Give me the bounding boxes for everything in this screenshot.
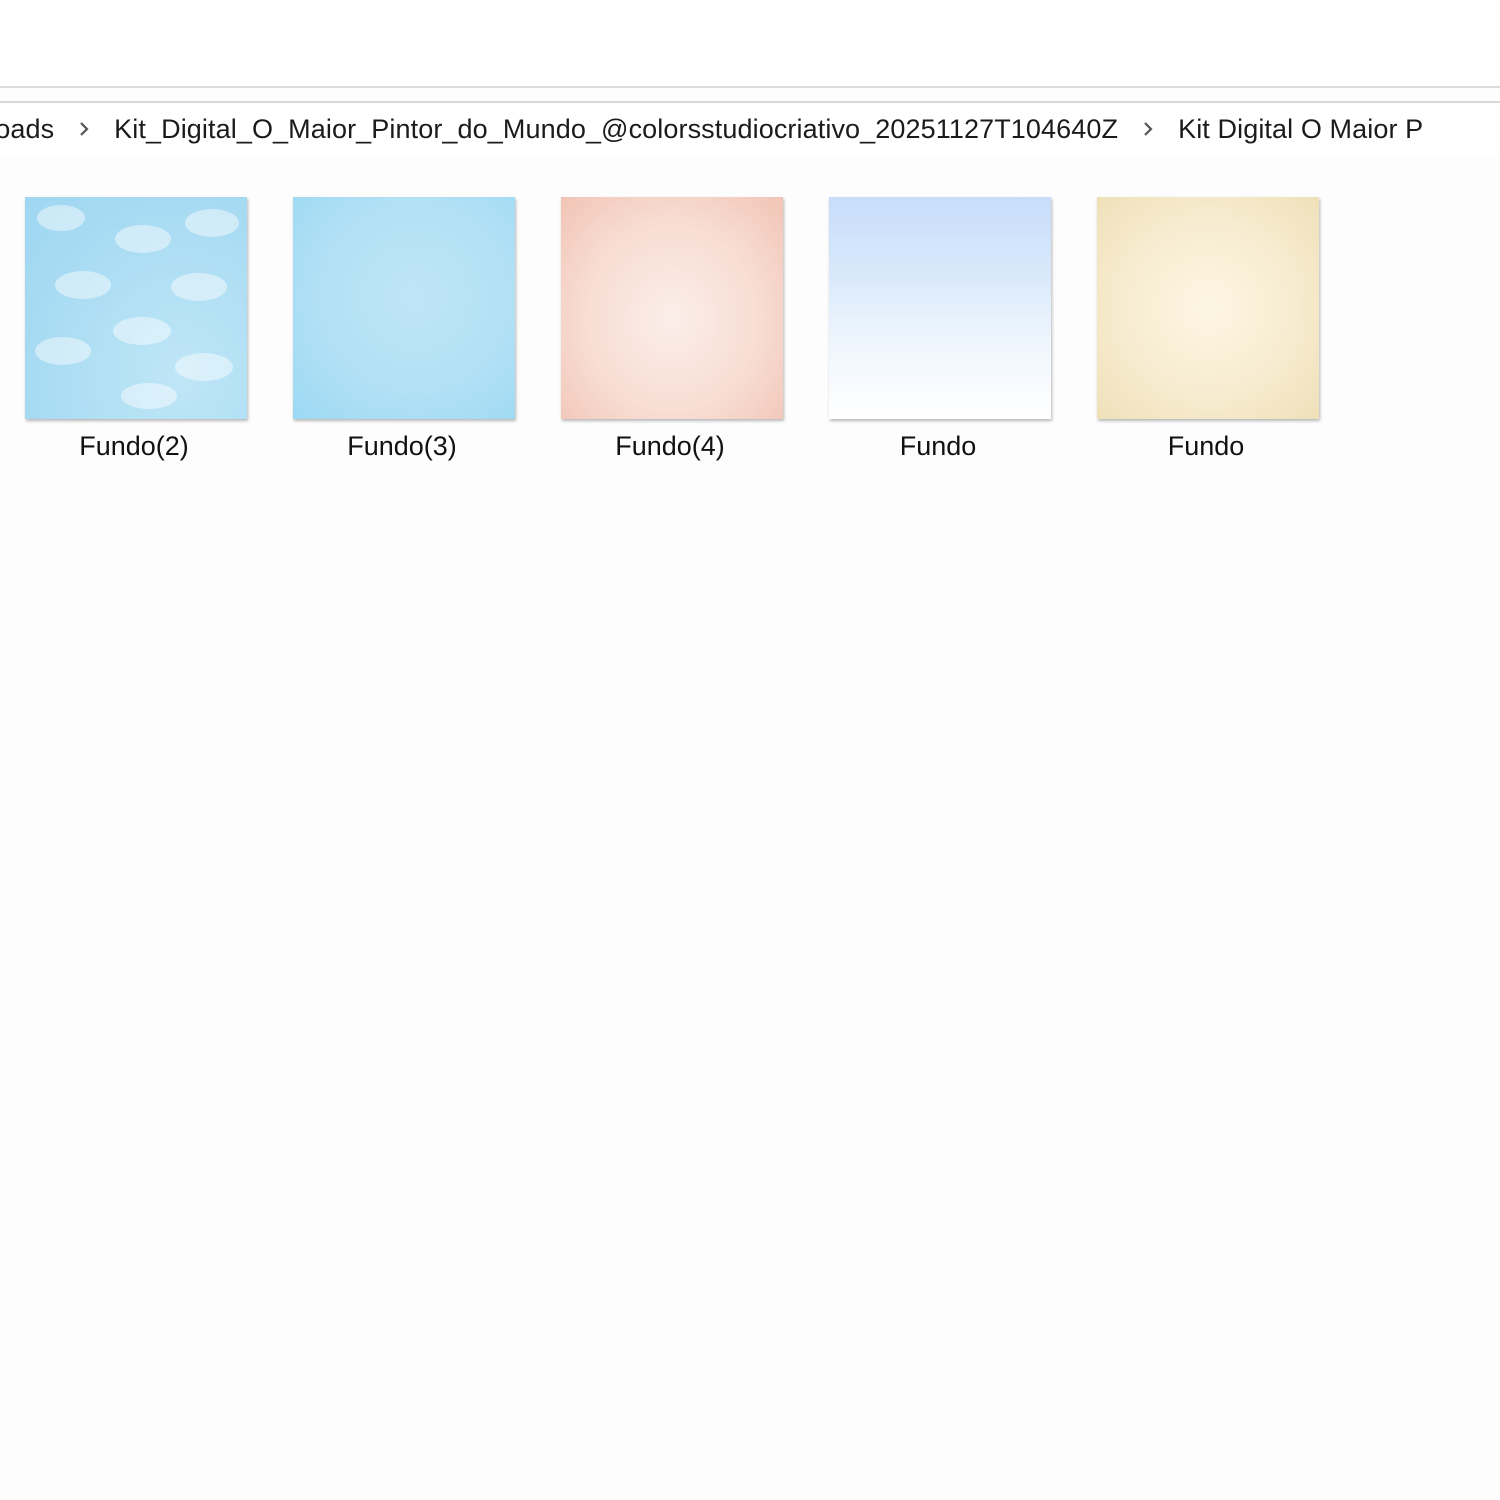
file-thumbnail[interactable] (829, 197, 1051, 419)
file-thumbnail[interactable] (293, 197, 515, 419)
file-thumbnail[interactable] (561, 197, 783, 419)
chevron-right-icon[interactable] (56, 103, 112, 155)
breadcrumb: nloads Kit_Digital_O_Maior_Pintor_do_Mun… (0, 103, 1425, 155)
file-item[interactable]: Fundo(2) (0, 195, 268, 462)
file-thumbnail[interactable] (25, 197, 247, 419)
file-explorer-window: nloads Kit_Digital_O_Maior_Pintor_do_Mun… (0, 0, 1500, 1500)
file-name: Fundo(2) (79, 431, 189, 461)
file-name: Fundo(3) (347, 431, 457, 461)
file-name: Fundo (1167, 431, 1245, 461)
file-name: Fundo(4) (615, 431, 725, 461)
file-item[interactable]: Fundo(4) (536, 195, 804, 462)
breadcrumb-item-downloads[interactable]: nloads (0, 114, 56, 145)
file-item[interactable]: Fundo (804, 195, 1072, 462)
file-thumbnail[interactable] (1097, 197, 1319, 419)
address-bar[interactable]: nloads Kit_Digital_O_Maior_Pintor_do_Mun… (0, 101, 1500, 157)
thumbnail-grid: Fundo(2) Fundo(3) Fundo(4) Fundo Fundo (0, 195, 1340, 462)
chevron-right-icon[interactable] (1120, 103, 1176, 155)
breadcrumb-item-current-folder[interactable]: Kit Digital O Maior P (1176, 114, 1425, 145)
file-item[interactable]: Fundo(3) (268, 195, 536, 462)
ribbon-area (0, 0, 1500, 88)
file-name: Fundo (899, 431, 977, 461)
file-item[interactable]: Fundo (1072, 195, 1340, 462)
breadcrumb-item-kit-digital-folder[interactable]: Kit_Digital_O_Maior_Pintor_do_Mundo_@col… (112, 114, 1120, 145)
file-list-view[interactable]: Fundo(2) Fundo(3) Fundo(4) Fundo Fundo (0, 155, 1500, 1500)
